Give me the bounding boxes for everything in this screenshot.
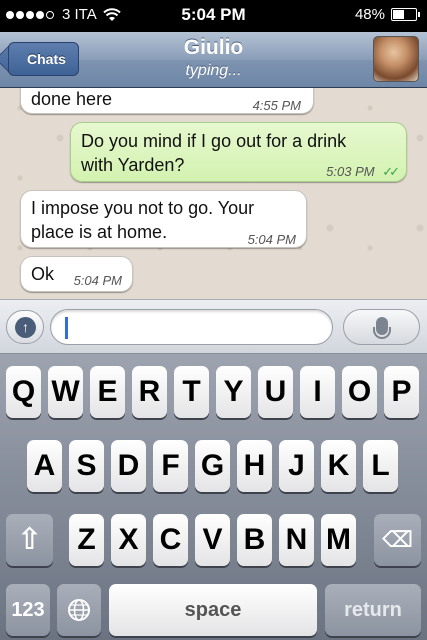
key-v[interactable]: V <box>195 514 230 566</box>
key-i[interactable]: I <box>300 366 335 418</box>
battery-fill <box>393 10 404 19</box>
message-bubble-outgoing[interactable]: Do you mind if I go out for a drink with… <box>70 122 407 182</box>
key-e[interactable]: E <box>90 366 125 418</box>
message-input[interactable] <box>50 309 333 345</box>
space-key[interactable]: space <box>109 584 317 636</box>
upload-arrow-icon: ↑ <box>15 317 36 338</box>
status-bar: 3 ITA 5:04 PM 48% <box>0 0 427 32</box>
key-j[interactable]: J <box>279 440 314 492</box>
key-q[interactable]: Q <box>6 366 41 418</box>
shift-key[interactable]: ⇧ <box>6 514 53 566</box>
key-z[interactable]: Z <box>69 514 104 566</box>
message-text-line2: with Yarden? <box>81 155 185 175</box>
key-l[interactable]: L <box>363 440 398 492</box>
read-receipt-icon: ✓✓ <box>382 164 400 179</box>
key-d[interactable]: D <box>111 440 146 492</box>
message-text-line2: place is at home. <box>31 222 168 242</box>
globe-key[interactable] <box>57 584 101 636</box>
message-text: done here <box>31 89 113 109</box>
delete-key[interactable]: ⌫ <box>374 514 421 566</box>
status-right: 48% <box>354 6 420 23</box>
keyboard: Q W E R T Y U I O P A S D F G H J K L ⇧ … <box>0 354 427 640</box>
message-meta: 5:03 PM ✓✓ <box>326 160 400 184</box>
message-text: Ok <box>31 264 55 284</box>
message-time: 5:03 PM <box>326 164 375 179</box>
key-n[interactable]: N <box>279 514 314 566</box>
contact-avatar[interactable] <box>373 36 419 82</box>
key-r[interactable]: R <box>132 366 167 418</box>
battery-icon <box>391 8 420 21</box>
return-key[interactable]: return <box>325 584 421 636</box>
attach-button[interactable]: ↑ <box>6 310 44 344</box>
key-a[interactable]: A <box>27 440 62 492</box>
key-g[interactable]: G <box>195 440 230 492</box>
key-x[interactable]: X <box>111 514 146 566</box>
delete-icon: ⌫ <box>381 527 414 552</box>
chats-back-button[interactable]: Chats <box>8 42 79 76</box>
key-f[interactable]: F <box>153 440 188 492</box>
key-h[interactable]: H <box>237 440 272 492</box>
shift-icon: ⇧ <box>16 523 43 556</box>
key-b[interactable]: B <box>237 514 272 566</box>
key-c[interactable]: C <box>153 514 188 566</box>
message-bubble-incoming[interactable]: Ok 5:04 PM <box>20 256 133 292</box>
nav-bar: Chats Giulio typing... <box>0 32 427 88</box>
globe-icon <box>68 599 90 621</box>
key-s[interactable]: S <box>69 440 104 492</box>
key-w[interactable]: W <box>48 366 83 418</box>
voice-record-button[interactable] <box>343 309 420 345</box>
message-time: 4:55 PM <box>252 98 301 113</box>
key-t[interactable]: T <box>174 366 209 418</box>
text-cursor <box>65 317 68 339</box>
microphone-stand <box>373 327 391 339</box>
key-o[interactable]: O <box>342 366 377 418</box>
chat-thread[interactable]: done here 4:55 PM Do you mind if I go ou… <box>0 88 427 299</box>
key-p[interactable]: P <box>384 366 419 418</box>
key-u[interactable]: U <box>258 366 293 418</box>
numbers-key[interactable]: 123 <box>6 584 50 636</box>
key-k[interactable]: K <box>321 440 356 492</box>
battery-percent: 48% <box>354 6 385 23</box>
message-text-line1: I impose you not to go. Your <box>31 198 255 218</box>
message-bubble-incoming[interactable]: I impose you not to go. Your place is at… <box>20 190 307 248</box>
key-y[interactable]: Y <box>216 366 251 418</box>
message-input-bar: ↑ <box>0 299 427 354</box>
message-time: 5:04 PM <box>247 232 296 247</box>
key-m[interactable]: M <box>321 514 356 566</box>
message-time: 5:04 PM <box>73 273 122 288</box>
message-bubble-incoming[interactable]: done here 4:55 PM <box>20 88 314 114</box>
message-text-line1: Do you mind if I go out for a drink <box>81 131 347 151</box>
